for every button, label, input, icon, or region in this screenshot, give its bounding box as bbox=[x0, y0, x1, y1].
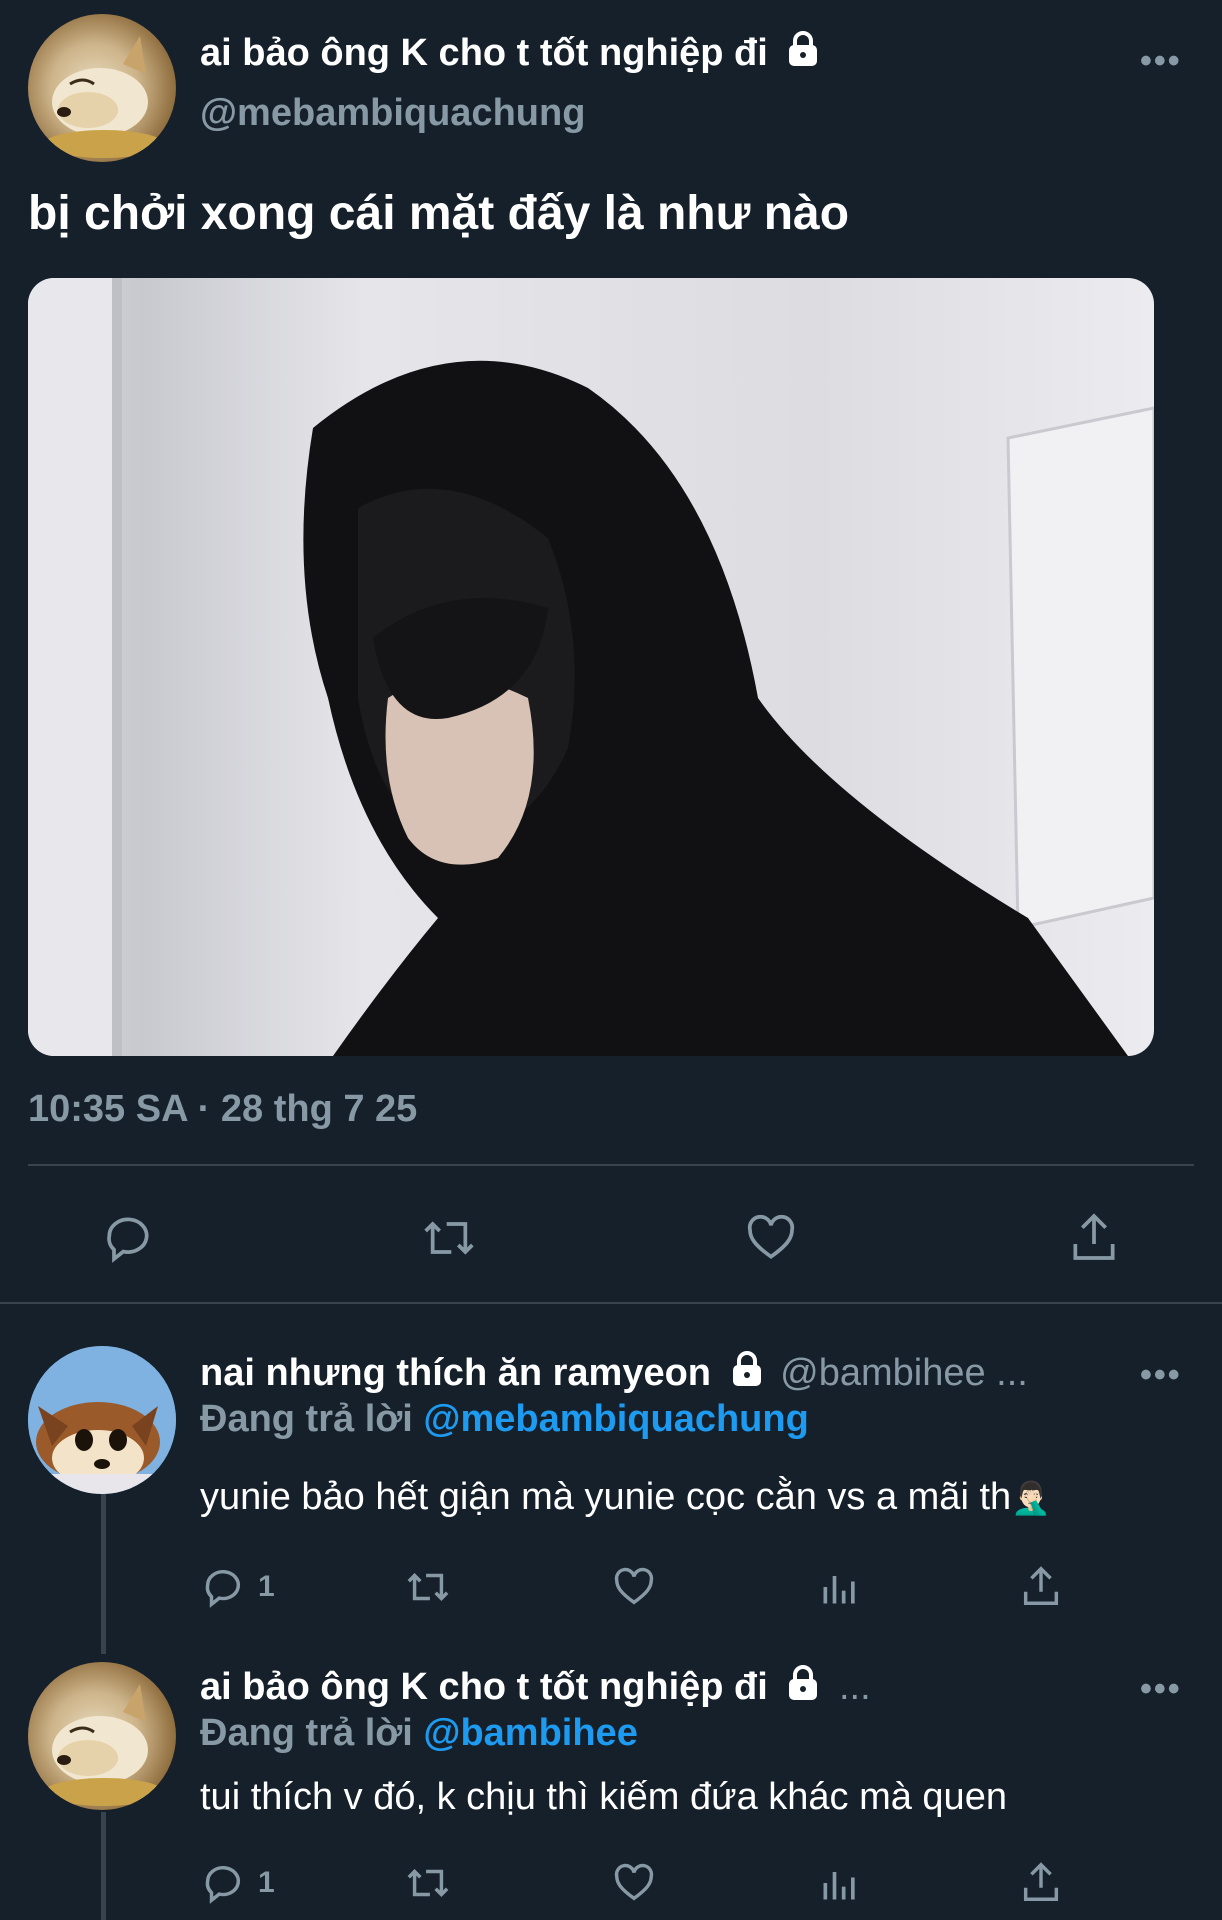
lock-icon bbox=[786, 1664, 820, 1712]
like-icon[interactable] bbox=[610, 1860, 658, 1911]
reply2-handle[interactable]: ... bbox=[839, 1666, 871, 1708]
reply1-avatar[interactable] bbox=[28, 1346, 176, 1494]
section-divider bbox=[0, 1302, 1222, 1304]
replying-to-link[interactable]: @bambihee bbox=[423, 1712, 637, 1754]
like-icon[interactable] bbox=[742, 1210, 800, 1271]
analytics-icon[interactable] bbox=[818, 1860, 862, 1911]
replying-prefix: Đang trả lời bbox=[200, 1712, 413, 1754]
reply2-action-bar: 1 bbox=[0, 1858, 1222, 1914]
lock-icon bbox=[730, 1350, 764, 1398]
share-icon[interactable] bbox=[1018, 1858, 1064, 1911]
like-icon[interactable] bbox=[610, 1564, 658, 1615]
retweet-icon[interactable] bbox=[402, 1860, 454, 1911]
main-avatar[interactable] bbox=[28, 14, 176, 162]
main-tweet-text: bị chởi xong cái mặt đấy là như nào bbox=[28, 187, 850, 240]
reply1-replying-to: Đang trả lời @mebambiquachung bbox=[200, 1398, 809, 1441]
replying-prefix: Đang trả lời bbox=[200, 1398, 413, 1440]
display-name-text: ai bảo ông K cho t tốt nghiệp đi bbox=[200, 32, 768, 74]
main-handle[interactable]: @mebambiquachung bbox=[200, 92, 585, 135]
lock-icon bbox=[786, 30, 820, 78]
reply2-avatar[interactable] bbox=[28, 1662, 176, 1810]
replying-to-link[interactable]: @mebambiquachung bbox=[423, 1398, 808, 1440]
tweet-photo[interactable] bbox=[28, 278, 1154, 1056]
main-action-bar bbox=[0, 1200, 1222, 1270]
reply-count: 1 bbox=[258, 1866, 275, 1899]
display-name-text: nai nhưng thích ăn ramyeon bbox=[200, 1352, 712, 1394]
reply2-text: tui thích v đó, k chịu thì kiếm đứa khác… bbox=[200, 1776, 1007, 1818]
retweet-icon[interactable] bbox=[418, 1210, 480, 1271]
reply1-action-bar: 1 bbox=[0, 1562, 1222, 1618]
display-name-text: ai bảo ông K cho t tốt nghiệp đi bbox=[200, 1666, 768, 1708]
reply-count: 1 bbox=[258, 1570, 275, 1603]
tweet-timestamp[interactable]: 10:35 SA · 28 thg 7 25 bbox=[28, 1088, 417, 1131]
reply1-text: yunie bảo hết giận mà yunie cọc cằn vs a… bbox=[200, 1476, 1051, 1519]
reply1-handle[interactable]: @bambihee ... bbox=[780, 1352, 1028, 1394]
more-icon[interactable]: ••• bbox=[1140, 1356, 1182, 1395]
reply2-replying-to: Đang trả lời @bambihee bbox=[200, 1712, 638, 1755]
reply1-display-name[interactable]: nai nhưng thích ăn ramyeon @bambihee ... bbox=[200, 1350, 1028, 1398]
more-icon[interactable]: ••• bbox=[1140, 42, 1182, 81]
main-display-name[interactable]: ai bảo ông K cho t tốt nghiệp đi bbox=[200, 30, 820, 78]
reply-text: yunie bảo hết giận mà yunie cọc cằn vs a… bbox=[200, 1476, 1012, 1518]
facepalm-emoji: 🤦🏻‍♂️ bbox=[1011, 1480, 1051, 1516]
more-icon[interactable]: ••• bbox=[1140, 1670, 1182, 1709]
reply2-display-name[interactable]: ai bảo ông K cho t tốt nghiệp đi ... bbox=[200, 1664, 871, 1712]
retweet-icon[interactable] bbox=[402, 1564, 454, 1615]
reply-icon[interactable] bbox=[200, 1860, 246, 1911]
share-icon[interactable] bbox=[1018, 1562, 1064, 1615]
reply-icon[interactable] bbox=[100, 1210, 156, 1271]
timestamp-divider bbox=[28, 1164, 1194, 1166]
analytics-icon[interactable] bbox=[818, 1564, 862, 1615]
share-icon[interactable] bbox=[1066, 1208, 1122, 1271]
reply-icon[interactable] bbox=[200, 1564, 246, 1615]
